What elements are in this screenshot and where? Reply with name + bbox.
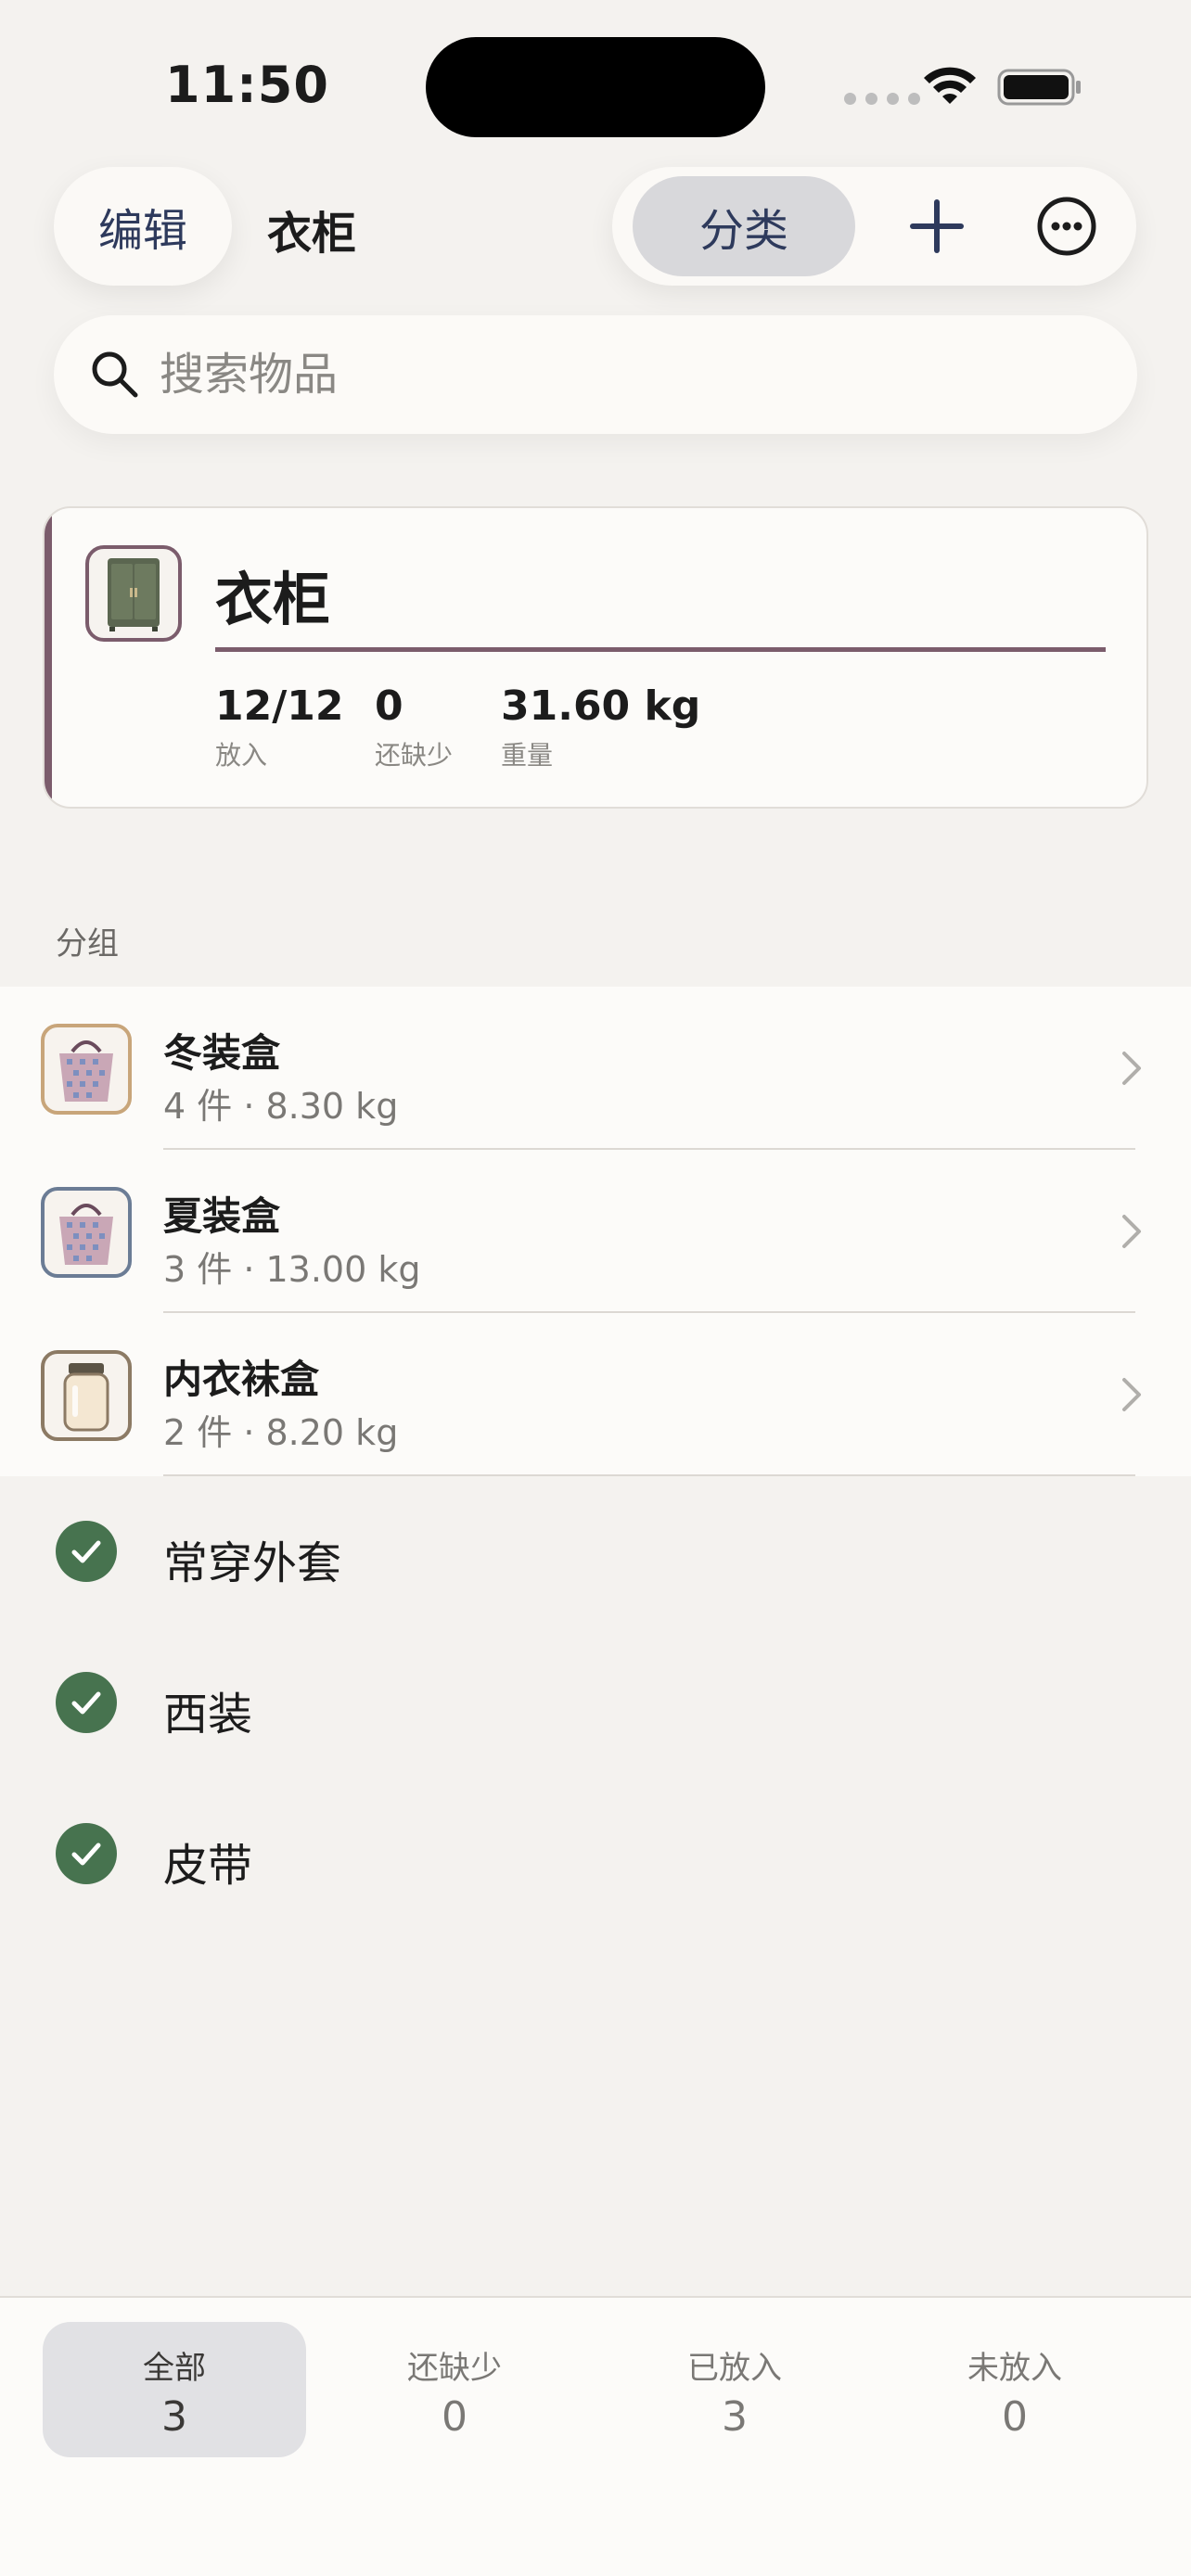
cellular-signal-icon (844, 93, 920, 105)
item-label: 西装 (163, 1689, 253, 1741)
tab-count: 3 (161, 2393, 187, 2441)
stat-packed: 12/12 放入 (215, 682, 344, 772)
card-accent-bar (45, 508, 52, 807)
battery-icon (997, 69, 1081, 106)
search-icon (92, 351, 138, 398)
tab-label: 还缺少 (407, 2350, 502, 2387)
card-title: 衣柜 (215, 566, 331, 633)
checkmark-icon[interactable] (56, 1823, 117, 1884)
search-input[interactable] (160, 338, 1087, 412)
app-screen: 11:50 编辑 衣柜 分类 搜索物品 衣柜 12/12 放入 0 还缺少 31… (0, 0, 1191, 2576)
group-list: 冬装盒 4 件 · 8.30 kg 夏装盒 3 件 · 13.00 kg 内衣袜… (0, 987, 1191, 1476)
checkmark-icon[interactable] (56, 1672, 117, 1733)
search-bar (54, 315, 1137, 434)
stat-value: 0 (375, 682, 403, 730)
group-detail: 4 件 · 8.30 kg (163, 1086, 399, 1127)
checked-item-row[interactable]: 常穿外套 (0, 1486, 1191, 1615)
stat-label: 还缺少 (375, 740, 454, 771)
group-row-underwear[interactable]: 内衣袜盒 2 件 · 8.20 kg (0, 1313, 1191, 1476)
row-divider (163, 1474, 1135, 1476)
stat-weight: 31.60 kg 重量 (501, 682, 700, 772)
edit-button[interactable]: 编辑 (54, 167, 232, 286)
add-icon[interactable] (890, 180, 983, 273)
item-label: 常穿外套 (163, 1537, 342, 1589)
group-row-summer[interactable]: 夏装盒 3 件 · 13.00 kg (0, 1150, 1191, 1313)
tab-count: 0 (442, 2393, 467, 2441)
category-button[interactable]: 分类 (633, 176, 855, 276)
tab-all[interactable]: 全部 3 (43, 2322, 306, 2457)
chevron-right-icon (1122, 1215, 1141, 1248)
header-actions: 分类 (612, 167, 1136, 286)
group-name: 冬装盒 (163, 1030, 281, 1076)
checkmark-icon[interactable] (56, 1521, 117, 1582)
checked-item-row[interactable]: 皮带 (0, 1788, 1191, 1918)
stat-label: 放入 (215, 740, 268, 771)
group-name: 内衣袜盒 (163, 1357, 320, 1402)
stat-label: 重量 (501, 740, 554, 771)
stat-value: 12/12 (215, 682, 344, 730)
filter-tab-bar: 全部 3 还缺少 0 已放入 3 未放入 0 (0, 2296, 1191, 2576)
tab-label: 未放入 (967, 2350, 1062, 2387)
tab-count: 0 (1002, 2393, 1028, 2441)
group-detail: 3 件 · 13.00 kg (163, 1249, 421, 1290)
tote-bag-icon (41, 1187, 132, 1278)
tab-label: 已放入 (687, 2350, 782, 2387)
chevron-right-icon (1122, 1052, 1141, 1085)
groups-section-header: 分组 (56, 925, 119, 963)
group-detail: 2 件 · 8.20 kg (163, 1412, 399, 1453)
group-row-winter[interactable]: 冬装盒 4 件 · 8.30 kg (0, 987, 1191, 1150)
page-title: 衣柜 (267, 208, 357, 260)
chevron-right-icon (1122, 1378, 1141, 1411)
card-divider (215, 647, 1106, 652)
tab-unpacked[interactable]: 未放入 0 (883, 2322, 1146, 2457)
tab-label: 全部 (143, 2350, 206, 2387)
tote-bag-icon (41, 1024, 132, 1115)
checked-item-row[interactable]: 西装 (0, 1637, 1191, 1766)
tab-count: 3 (722, 2393, 748, 2441)
stat-missing: 0 还缺少 (375, 682, 453, 772)
more-options-icon[interactable] (1020, 180, 1113, 273)
tab-missing[interactable]: 还缺少 0 (323, 2322, 586, 2457)
dynamic-island (426, 37, 765, 137)
stat-value: 31.60 kg (501, 682, 701, 730)
tab-packed[interactable]: 已放入 3 (603, 2322, 866, 2457)
jar-icon (41, 1350, 132, 1441)
wifi-icon (924, 67, 976, 104)
status-time: 11:50 (165, 56, 329, 114)
container-summary-card[interactable]: 衣柜 12/12 放入 0 还缺少 31.60 kg 重量 (43, 506, 1148, 809)
wardrobe-icon (85, 545, 182, 642)
item-label: 皮带 (163, 1840, 253, 1892)
group-name: 夏装盒 (163, 1193, 281, 1239)
